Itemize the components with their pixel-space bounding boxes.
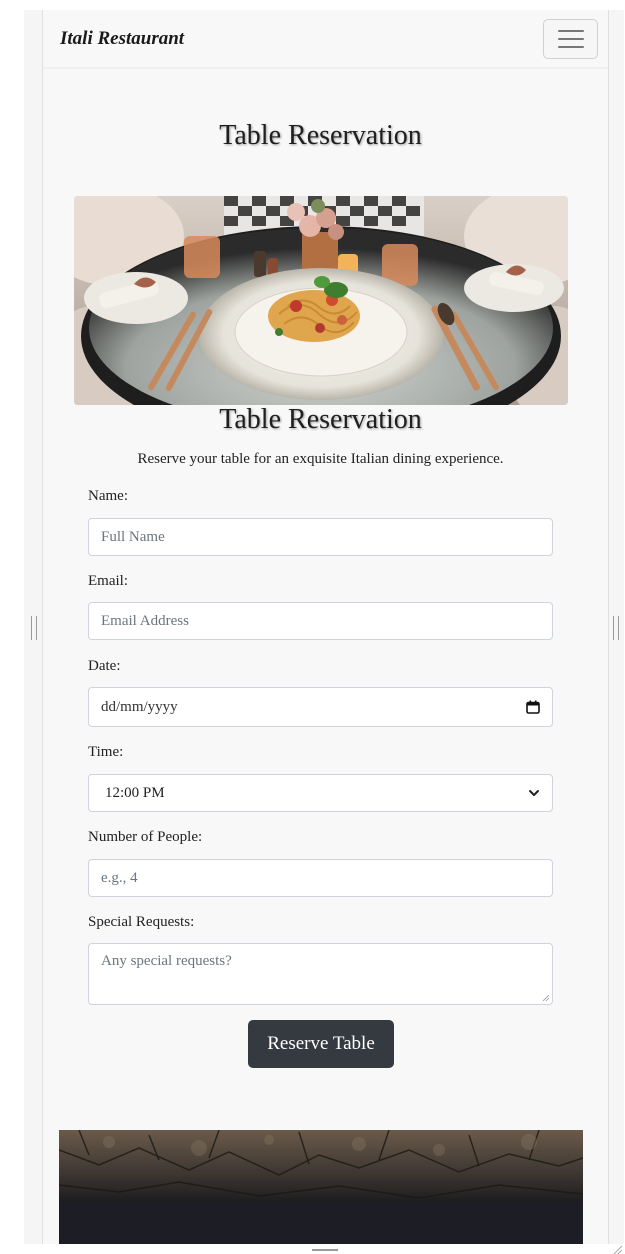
reservation-page: Itali Restaurant Table Reservation Table… xyxy=(43,10,608,1244)
page-title: Table Reservation xyxy=(219,120,422,151)
hero-image xyxy=(74,196,568,405)
time-label: Time: xyxy=(88,744,124,760)
name-input[interactable]: Full Name xyxy=(88,518,553,556)
requests-textarea-placeholder: Any special requests? xyxy=(101,953,232,969)
footer-image xyxy=(59,1130,583,1244)
bottom-resize-handle[interactable] xyxy=(312,1249,338,1251)
brand-logo-text[interactable]: Itali Restaurant xyxy=(60,28,184,50)
requests-textarea[interactable]: Any special requests? xyxy=(88,943,553,1005)
time-select[interactable]: 12:00 PM xyxy=(88,774,553,812)
date-input[interactable]: dd/mm/yyyy xyxy=(88,687,553,727)
navbar-toggler-button[interactable] xyxy=(543,19,598,59)
people-input-placeholder: e.g., 4 xyxy=(101,869,138,886)
hamburger-menu-icon xyxy=(557,46,584,48)
time-select-value: 12:00 PM xyxy=(105,784,165,801)
date-label: Date: xyxy=(88,658,121,674)
right-resize-handle[interactable] xyxy=(613,616,619,640)
name-label: Name: xyxy=(88,488,128,504)
hamburger-menu-icon xyxy=(557,30,584,32)
email-input[interactable]: Email Address xyxy=(88,602,553,640)
navbar-shadow xyxy=(43,67,608,70)
form-title: Table Reservation xyxy=(219,404,422,435)
corner-resize-grip-icon[interactable] xyxy=(612,1244,622,1254)
navbar: Itali Restaurant xyxy=(59,18,598,60)
email-label: Email: xyxy=(88,573,128,589)
email-input-placeholder: Email Address xyxy=(101,612,189,629)
people-label: Number of People: xyxy=(88,829,203,845)
left-resize-handle[interactable] xyxy=(31,616,37,640)
calendar-icon[interactable] xyxy=(526,700,540,714)
chevron-down-icon xyxy=(528,787,540,799)
hamburger-menu-icon xyxy=(557,38,584,40)
form-subtitle: Reserve your table for an exquisite Ital… xyxy=(137,451,504,467)
people-input[interactable]: e.g., 4 xyxy=(88,859,553,897)
date-input-placeholder: dd/mm/yyyy xyxy=(101,698,178,715)
textarea-resize-icon[interactable] xyxy=(543,995,549,1001)
requests-label: Special Requests: xyxy=(88,914,195,930)
reserve-table-button[interactable]: Reserve Table xyxy=(248,1020,394,1068)
name-input-placeholder: Full Name xyxy=(101,528,165,545)
